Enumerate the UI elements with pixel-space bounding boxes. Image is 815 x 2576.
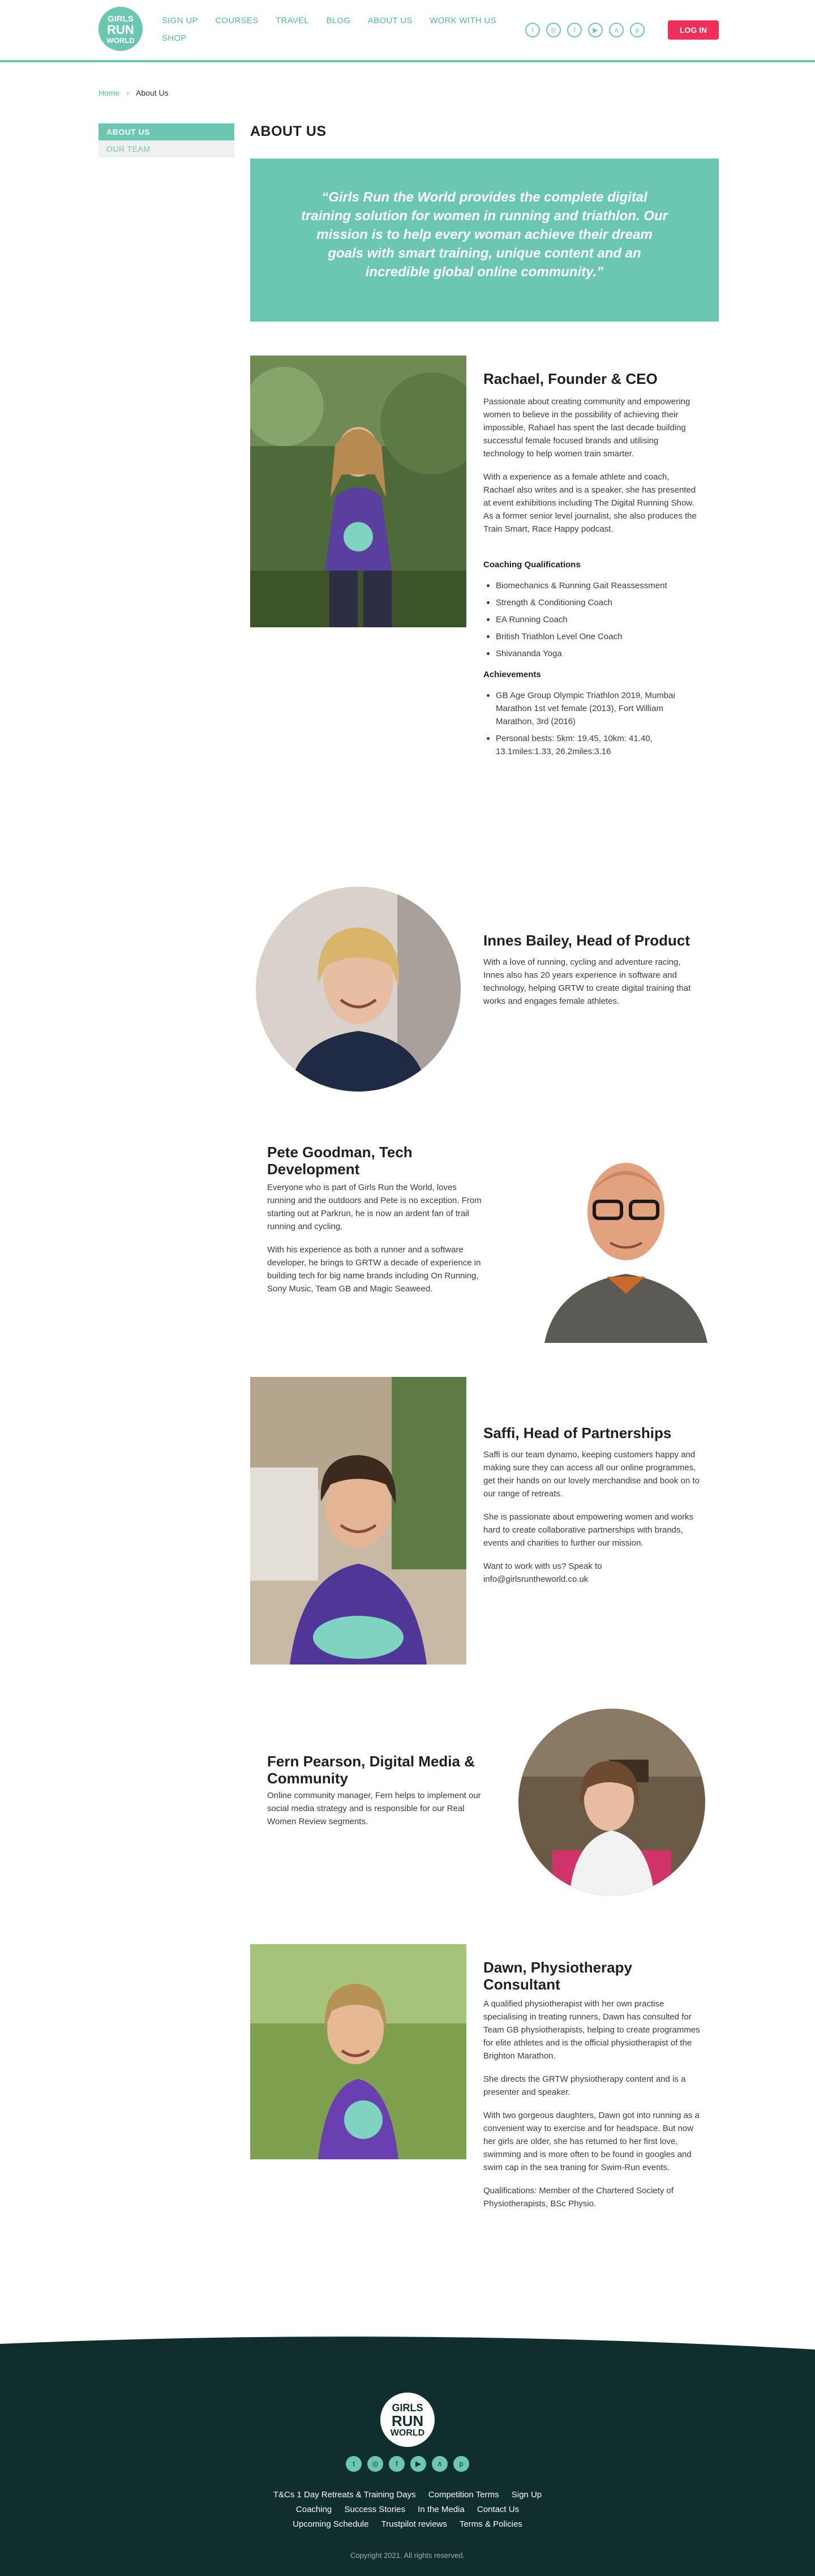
logo-text-line: GIRLS <box>392 2402 423 2414</box>
footer-link[interactable]: T&Cs 1 Day Retreats & Training Days <box>273 2490 416 2500</box>
footer-links-row: Upcoming Schedule Trustpilot reviews Ter… <box>181 2519 634 2529</box>
logo-text-line: WORLD <box>106 36 135 45</box>
nav-item-blog[interactable]: BLOG <box>326 16 350 25</box>
dawn-photo <box>250 1944 466 2159</box>
strava-icon[interactable]: ∧ <box>609 23 624 37</box>
team-member-name: Dawn, Physiotherapy Consultant <box>483 1959 632 1993</box>
list-item: EA Running Coach <box>483 613 702 626</box>
rachael-photo <box>250 356 466 627</box>
bio-paragraph: She is passionate about empowering women… <box>483 1512 694 1548</box>
qualifications-list: Biomechanics & Running Gait Reassessment… <box>483 579 702 660</box>
youtube-icon[interactable]: ▶ <box>410 2456 426 2472</box>
team-member-name: Saffi, Head of Partnerships <box>483 1424 672 1441</box>
footer-link[interactable]: Trustpilot reviews <box>381 2519 447 2529</box>
footer-link[interactable]: Success Stories <box>344 2505 405 2514</box>
login-button[interactable]: LOG IN <box>668 20 719 40</box>
team-member-name: Pete Goodman, Tech Development <box>267 1144 413 1178</box>
footer-link[interactable]: Upcoming Schedule <box>293 2519 368 2529</box>
list-item: Strength & Conditioning Coach <box>483 596 702 609</box>
breadcrumb-separator: › <box>126 88 130 97</box>
nav-item-about-us[interactable]: ABOUT US <box>368 16 413 25</box>
nav-item-courses[interactable]: COURSES <box>215 16 258 25</box>
youtube-icon[interactable]: ▶ <box>588 23 603 37</box>
footer-link[interactable]: Coaching <box>296 2505 332 2514</box>
footer-link[interactable]: Competition Terms <box>428 2490 499 2500</box>
side-menu-item-about-us[interactable]: ABOUT US <box>98 123 234 140</box>
nav-item-travel[interactable]: TRAVEL <box>276 16 309 25</box>
logo-text-line: RUN <box>391 2412 424 2429</box>
bio-paragraph: Want to work with us? Speak to info@girl… <box>483 1561 602 1584</box>
list-item: British Triathlon Level One Coach <box>483 630 702 643</box>
footer-link[interactable]: Sign Up <box>512 2490 542 2500</box>
bio-paragraph: With his experience as both a runner and… <box>267 1245 481 1294</box>
breadcrumb-home-link[interactable]: Home <box>98 88 119 97</box>
bio-paragraph: A qualified physiotherapist with her own… <box>483 1999 700 2061</box>
list-item: Personal bests: 5km: 19.45, 10km: 41.40,… <box>483 732 702 758</box>
nav-item-shop[interactable]: SHOP <box>162 33 187 43</box>
pinterest-icon[interactable]: p <box>630 23 645 37</box>
team-member-name: Fern Pearson, Digital Media & Community <box>267 1753 475 1787</box>
logo-text-line: GIRLS <box>108 14 134 24</box>
copyright: Copyright 2021. All rights reserved. <box>350 2551 465 2560</box>
footer-link[interactable]: In the Media <box>418 2505 465 2514</box>
bio-paragraph: Passionate about creating community and … <box>483 397 690 459</box>
instagram-icon[interactable]: ◎ <box>546 23 561 37</box>
list-item: Biomechanics & Running Gait Reassessment <box>483 579 702 592</box>
logo-text-line: RUN <box>107 23 134 37</box>
innes-photo <box>256 887 461 1092</box>
team-member-bio: A qualified physiotherapist with her own… <box>483 1997 702 2220</box>
breadcrumb-current: About Us <box>136 88 169 97</box>
nav-item-sign-up[interactable]: SIGN UP <box>162 16 198 25</box>
team-member-bio: Everyone who is part of Girls Run the Wo… <box>267 1181 486 1306</box>
page-title: ABOUT US <box>250 123 327 139</box>
footer-link[interactable]: Contact Us <box>477 2505 519 2514</box>
logo-text-line: WORLD <box>390 2428 425 2438</box>
breadcrumb: Home › About Us <box>98 88 169 97</box>
instagram-icon[interactable]: ◎ <box>367 2456 383 2472</box>
strava-icon[interactable]: ∧ <box>432 2456 448 2472</box>
team-member-bio: Saffi is our team dynamo, keeping custom… <box>483 1448 702 1596</box>
achievements-list: GB Age Group Olympic Triathlon 2019, Mum… <box>483 689 702 758</box>
fern-photo <box>518 1709 705 1895</box>
header-social-links: t ◎ f ▶ ∧ p <box>525 23 651 37</box>
list-item: GB Age Group Olympic Triathlon 2019, Mum… <box>483 689 702 728</box>
bio-paragraph: Saffi is our team dynamo, keeping custom… <box>483 1450 700 1499</box>
footer-links-row: T&Cs 1 Day Retreats & Training Days Comp… <box>181 2490 634 2500</box>
bio-paragraph: Qualifications: Member of the Chartered … <box>483 2186 674 2209</box>
footer-social-links: t ◎ f ▶ ∧ p <box>338 2456 477 2472</box>
bio-paragraph: Online community manager, Fern helps to … <box>267 1791 481 1826</box>
pete-photo <box>533 1132 719 1343</box>
main-nav: SIGN UP COURSES TRAVEL BLOG ABOUT US WOR… <box>162 16 513 51</box>
pinterest-icon[interactable]: p <box>453 2456 469 2472</box>
footer-link[interactable]: Terms & Policies <box>460 2519 522 2529</box>
twitter-icon[interactable]: t <box>525 23 540 37</box>
bio-paragraph: Everyone who is part of Girls Run the Wo… <box>267 1183 482 1231</box>
bio-paragraph: With two gorgeous daughters, Dawn got in… <box>483 2111 700 2172</box>
side-menu: ABOUT US OUR TEAM <box>98 123 234 157</box>
bio-paragraph: With a love of running, cycling and adve… <box>483 957 691 1006</box>
site-logo[interactable]: GIRLS RUN WORLD <box>98 7 143 51</box>
saffi-photo <box>250 1377 466 1664</box>
team-member-bio: Passionate about creating community and … <box>483 395 702 766</box>
team-member-bio: With a love of running, cycling and adve… <box>483 956 702 1018</box>
footer-links-row: Coaching Success Stories In the Media Co… <box>181 2505 634 2514</box>
nav-item-work-with-us[interactable]: WORK WITH US <box>430 16 496 25</box>
bio-paragraph: She directs the GRTW physiotherapy conte… <box>483 2074 686 2097</box>
side-menu-item-our-team[interactable]: OUR TEAM <box>98 140 234 157</box>
bio-paragraph: With a experience as a female athlete an… <box>483 472 697 534</box>
team-member-name: Rachael, Founder & CEO <box>483 370 658 387</box>
achievements-heading: Achievements <box>483 670 541 679</box>
mission-quote: “Girls Run the World provides the comple… <box>250 159 719 322</box>
list-item: Shivananda Yoga <box>483 647 702 660</box>
team-member-bio: Online community manager, Fern helps to … <box>267 1789 486 1838</box>
facebook-icon[interactable]: f <box>567 23 582 37</box>
site-header: GIRLS RUN WORLD SIGN UP COURSES TRAVEL B… <box>0 0 815 62</box>
qualifications-heading: Coaching Qualifications <box>483 560 581 570</box>
team-member-name: Innes Bailey, Head of Product <box>483 932 690 949</box>
facebook-icon[interactable]: f <box>389 2456 405 2472</box>
footer-logo[interactable]: GIRLS RUN WORLD <box>380 2393 435 2447</box>
twitter-icon[interactable]: t <box>346 2456 362 2472</box>
